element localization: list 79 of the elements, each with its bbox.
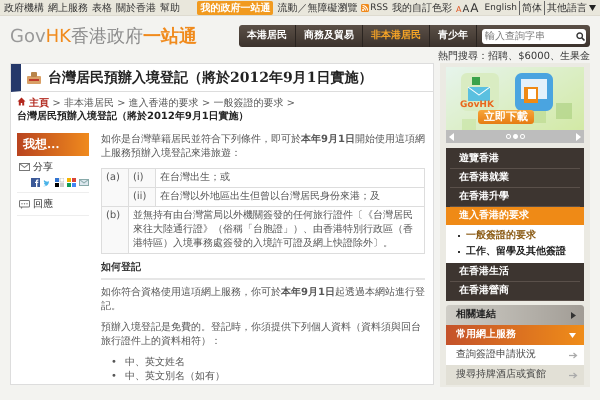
menu-item[interactable]: 在香港就業 (450, 169, 580, 188)
intro-paragraph: 如你是台灣華籍居民並符合下列條件，即可於本年9月1日開始使用這項網上服務預辦入境登記來港旅遊： (101, 133, 425, 161)
social-share-icon[interactable] (55, 178, 64, 187)
language-link[interactable]: English (482, 2, 519, 12)
submenu-item[interactable]: 工作、留學及其他簽證 (456, 244, 584, 260)
feedback-link[interactable]: 回應 (33, 197, 53, 211)
section-heading: 如何登記 (101, 261, 425, 280)
bullet-marker: • (111, 356, 117, 370)
table-cell: 並無持有由台灣當局以外機關簽發的任何旅行證件〔《台灣居民來往大陸通行證》（俗稱「台胞證」）、由香港特別行政區（香港特區）入境事務處簽發的入境許可證及網上快證除外〕。 (128, 206, 424, 254)
envelope-icon (19, 163, 30, 171)
font-size-button[interactable]: A (470, 0, 478, 14)
nav-tab[interactable]: 青少年 (430, 25, 477, 47)
stamp-icon (26, 70, 42, 84)
page-title: 台灣居民預辦入境登記（將於2012年9月1日實施） (48, 68, 372, 86)
accordion-header[interactable]: 常用網上服務 (446, 325, 584, 345)
menu-item[interactable]: 在香港營商 (450, 282, 580, 301)
hot-search-text: 熱門搜尋：招聘、$6000、生果金 (438, 50, 590, 63)
breadcrumb-separator: > (52, 98, 61, 109)
top-link[interactable]: 政府機構 (4, 0, 44, 14)
table-cell: (b) (102, 206, 128, 254)
table-cell: (a) (102, 168, 128, 206)
nav-tab[interactable]: 本港居民 (239, 25, 296, 47)
table-cell: 在台灣出生；或 (156, 168, 424, 188)
menu-item[interactable]: 在香港生活 (450, 263, 580, 282)
carousel-dot[interactable] (512, 134, 518, 139)
next-arrow-icon[interactable] (576, 132, 581, 140)
app-label: GovHK (460, 99, 494, 110)
breadcrumb-separator: > (286, 98, 296, 109)
social-share-icon[interactable] (31, 178, 40, 187)
top-link[interactable]: 流動／無障礙瀏覽 (277, 0, 358, 14)
arrow-icon (569, 352, 578, 358)
carousel-dot[interactable] (520, 134, 524, 139)
bullet-marker: • (111, 370, 117, 384)
service-link[interactable]: 搜尋持牌酒店或賓館 (446, 365, 584, 385)
accordion-header[interactable]: 相關連結 (446, 305, 584, 325)
service-link[interactable]: 查詢簽證申請狀況 (446, 345, 584, 365)
service-label: 查詢簽證申請狀況 (456, 349, 536, 361)
service-label: 搜尋持牌酒店或賓館 (456, 369, 546, 381)
bullet-item: 中、英文姓名 (124, 356, 185, 370)
accordion-title: 常用網上服務 (456, 329, 516, 341)
current-page-text: 台灣居民預辦入境登記（將於2012年9月1日實施） (17, 111, 249, 122)
prev-arrow-icon[interactable] (449, 132, 454, 140)
breadcrumb-link[interactable]: 一般簽證的要求 (213, 98, 284, 109)
rss-link[interactable]: RSS (370, 2, 388, 12)
share-label: 分享 (33, 160, 53, 174)
arrow-icon (569, 372, 578, 378)
breadcrumb-separator: > (117, 98, 126, 109)
body-paragraph: 如你符合資格使用這項網上服務，你可於本年9月1日起透過本網站進行登記。 (101, 286, 425, 314)
table-cell: (i) (128, 168, 156, 188)
caret-icon[interactable] (589, 4, 596, 10)
top-link[interactable]: 表格 (92, 0, 112, 14)
rss-icon[interactable] (361, 4, 370, 12)
font-size-button[interactable]: A (462, 4, 470, 14)
breadcrumb-link[interactable]: 非本港居民 (64, 98, 114, 109)
breadcrumb-link[interactable]: 進入香港的要求 (128, 98, 199, 109)
language-link[interactable]: 简体 (519, 0, 544, 14)
table-cell: (ii) (128, 188, 156, 206)
top-link[interactable]: 關於香港 (116, 0, 156, 14)
bullet-item: 中、英文別名（如有） (124, 370, 225, 384)
menu-item[interactable]: 遊覽香港 (450, 150, 580, 169)
caret-right-icon (571, 312, 576, 318)
carousel-dot[interactable] (506, 134, 510, 139)
search-icon[interactable] (576, 32, 585, 40)
body-paragraph: 預辦入境登記是免費的。登記時，你須提供下列個人資料（資料須與回台旅行證件上的資料相符）： (101, 321, 422, 349)
i-want-banner: 我想... (17, 133, 89, 156)
language-link[interactable]: 其他語言 (544, 0, 589, 14)
comment-icon (19, 200, 30, 208)
table-cell: 在台灣以外地區出生但曾以台灣居民身份來港；及 (156, 188, 424, 206)
top-link[interactable]: 幫助 (160, 0, 180, 14)
nav-tab[interactable]: 非本港居民 (363, 25, 430, 47)
accordion-title: 相關連結 (456, 309, 496, 321)
top-link[interactable]: 網上服務 (48, 0, 88, 14)
caret-down-icon (569, 332, 576, 338)
breadcrumb-separator: > (202, 98, 210, 109)
top-link[interactable]: 我的自訂色彩 (392, 0, 452, 14)
nav-tab[interactable]: 商務及貿易 (296, 25, 363, 47)
submenu-item[interactable]: 一般簽證的要求 (456, 228, 584, 244)
home-icon[interactable] (17, 97, 26, 106)
breadcrumb-link[interactable]: 主頁 (29, 98, 50, 109)
